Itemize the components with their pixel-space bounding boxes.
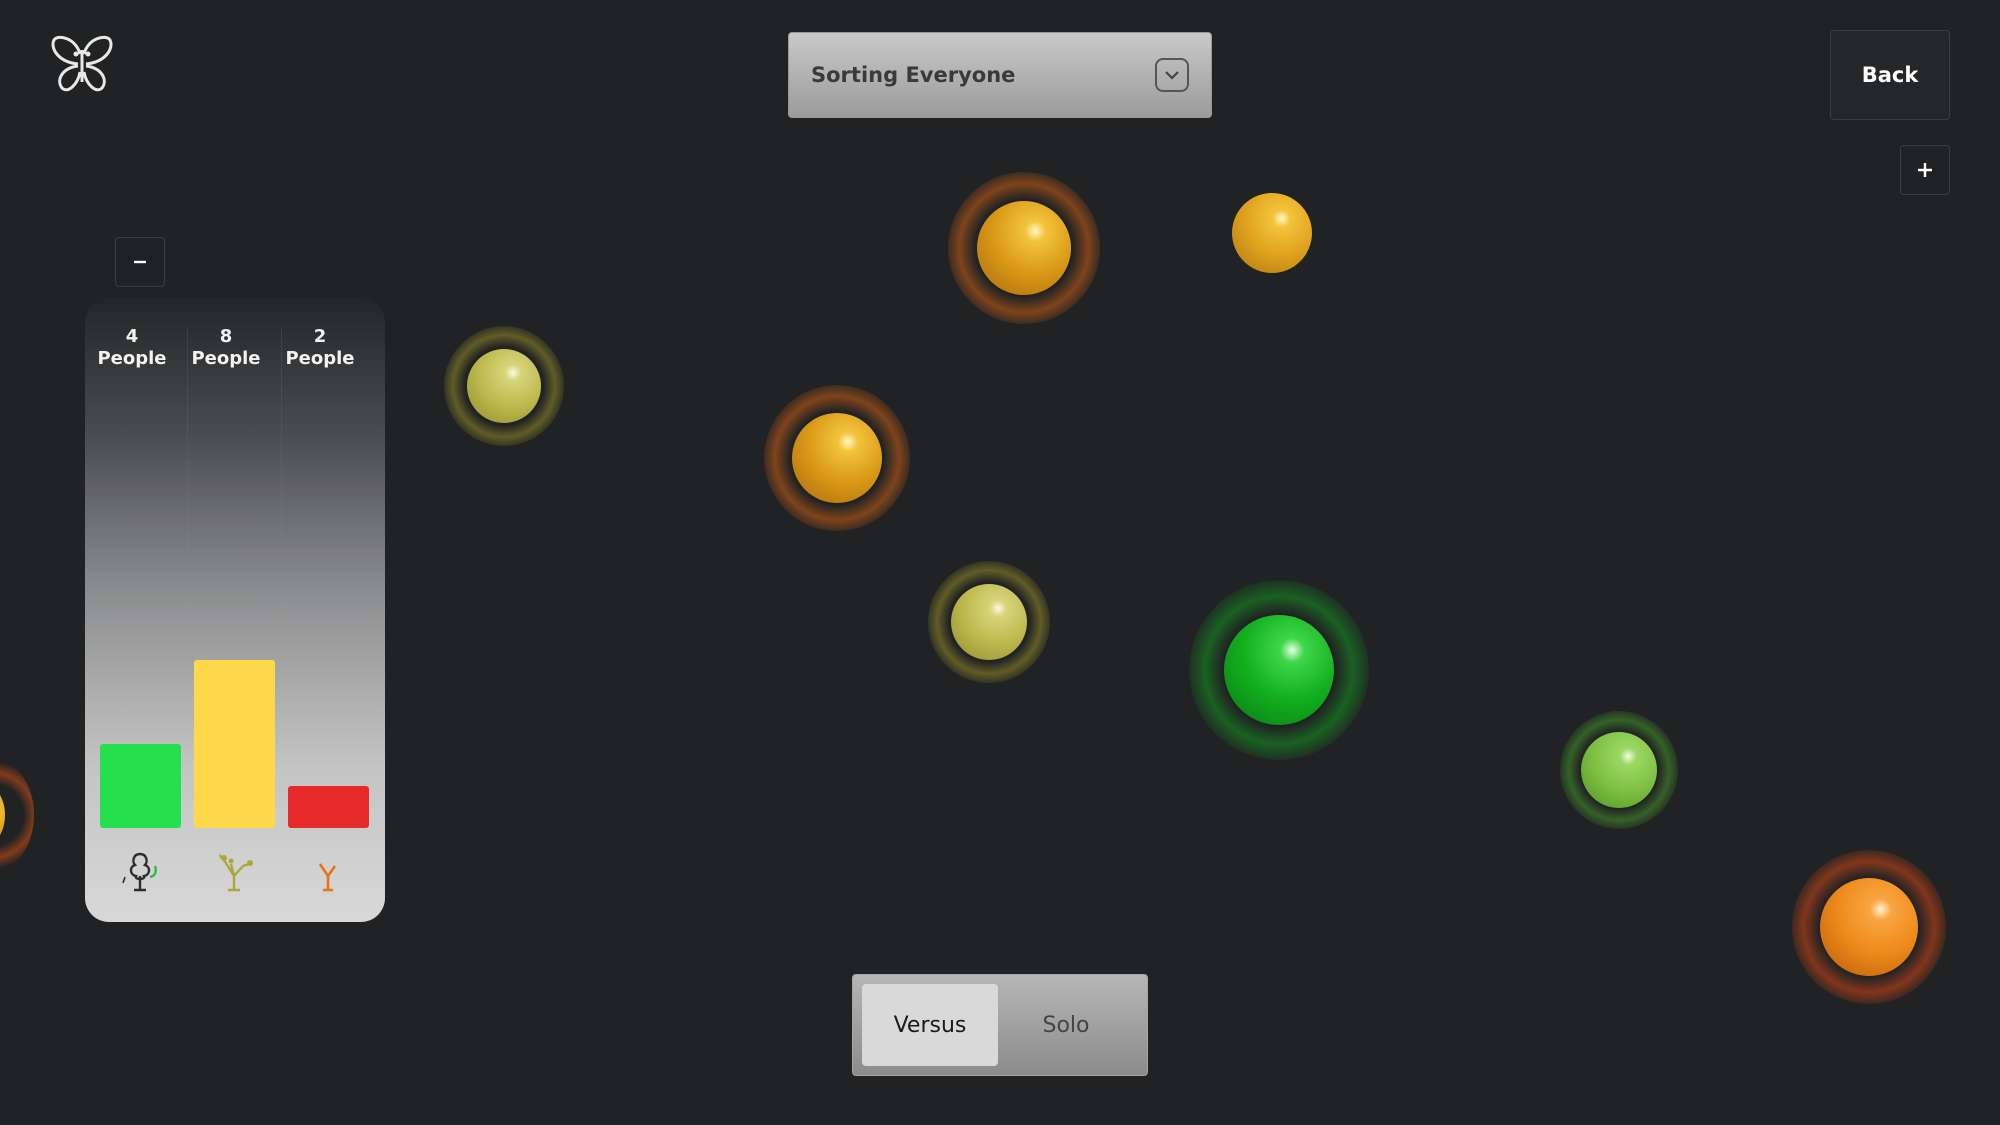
person-orb[interactable] [467,349,541,423]
chevron-down-icon[interactable] [1155,58,1189,92]
mode-toggle[interactable]: Versus Solo [852,974,1148,1076]
group-sort-dropdown[interactable]: Sorting Everyone [788,32,1212,118]
orb-halo [0,758,34,872]
column-divider [187,328,188,648]
back-button[interactable]: Back [1830,30,1950,120]
versus-tab[interactable]: Versus [862,984,998,1066]
people-unit: People [97,348,167,369]
people-count: 8 [219,326,233,347]
bar-thriving [100,744,181,828]
person-orb[interactable] [1581,732,1657,808]
bare-branch-icon [318,863,337,892]
people-count: 4 [125,326,139,347]
solo-tab[interactable]: Solo [998,984,1134,1066]
person-orb[interactable] [1820,878,1918,976]
budding-branch-icon [219,854,253,892]
bar-struggling [288,786,369,828]
person-orb[interactable] [1224,615,1334,725]
minus-icon [134,260,146,264]
person-orb[interactable] [1232,193,1312,273]
zoom-in-button[interactable] [1900,145,1950,195]
people-count: 2 [313,326,327,347]
column-header-growing: 8 People [179,326,273,370]
person-orb[interactable] [977,201,1071,295]
people-unit: People [285,348,355,369]
people-unit: People [191,348,261,369]
butterfly-logo-icon [51,35,113,92]
column-divider [281,328,282,648]
zoom-out-button[interactable] [115,237,165,287]
person-orb[interactable] [951,584,1027,660]
dropdown-selected-label: Sorting Everyone [811,63,1016,87]
person-orb[interactable] [792,413,882,503]
column-header-struggling: 2 People [273,326,367,370]
plus-icon [1918,163,1932,177]
column-header-thriving: 4 People [85,326,179,370]
group-stats-panel: 4 People 8 People 2 People [85,298,385,922]
tree-sprout-icon [122,852,157,892]
bar-growing [194,660,275,828]
